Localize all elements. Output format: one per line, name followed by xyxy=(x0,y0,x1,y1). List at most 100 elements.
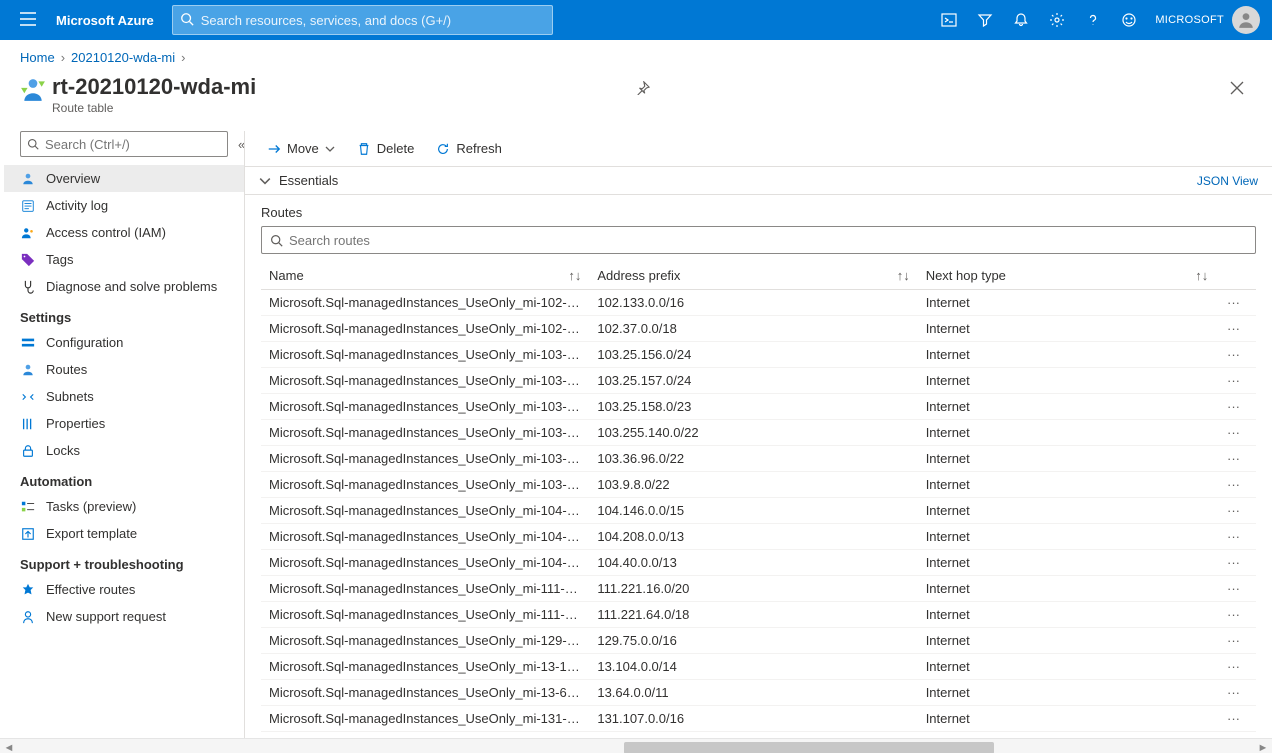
sidebar-item-diagnose[interactable]: Diagnose and solve problems xyxy=(4,273,244,300)
row-context-menu[interactable]: ··· xyxy=(1227,711,1240,726)
route-name-cell[interactable]: Microsoft.Sql-managedInstances_UseOnly_m… xyxy=(261,394,589,420)
table-row[interactable]: Microsoft.Sql-managedInstances_UseOnly_m… xyxy=(261,498,1256,524)
route-name-cell[interactable]: Microsoft.Sql-managedInstances_UseOnly_m… xyxy=(261,290,589,316)
refresh-button[interactable]: Refresh xyxy=(428,137,510,160)
route-name-cell[interactable]: Microsoft.Sql-managedInstances_UseOnly_m… xyxy=(261,446,589,472)
route-name-cell[interactable]: Microsoft.Sql-managedInstances_UseOnly_m… xyxy=(261,498,589,524)
route-name-cell[interactable]: Microsoft.Sql-managedInstances_UseOnly_m… xyxy=(261,602,589,628)
sidebar-item-effective-routes[interactable]: Effective routes xyxy=(4,576,244,603)
row-context-menu[interactable]: ··· xyxy=(1227,451,1240,466)
close-button[interactable] xyxy=(1222,73,1252,108)
row-context-menu[interactable]: ··· xyxy=(1227,295,1240,310)
table-row[interactable]: Microsoft.Sql-managedInstances_UseOnly_m… xyxy=(261,524,1256,550)
pin-button[interactable] xyxy=(636,73,650,98)
table-row[interactable]: Microsoft.Sql-managedInstances_UseOnly_m… xyxy=(261,472,1256,498)
route-name-cell[interactable]: Microsoft.Sql-managedInstances_UseOnly_m… xyxy=(261,524,589,550)
row-context-menu[interactable]: ··· xyxy=(1227,477,1240,492)
essentials-toggle[interactable]: Essentials xyxy=(259,173,338,188)
sidebar-item-locks[interactable]: Locks xyxy=(4,437,244,464)
route-name-cell[interactable]: Microsoft.Sql-managedInstances_UseOnly_m… xyxy=(261,706,589,732)
settings-icon[interactable] xyxy=(1039,0,1075,40)
breadcrumb-parent[interactable]: 20210120-wda-mi xyxy=(71,50,175,65)
sidebar-item-routes[interactable]: Routes xyxy=(4,356,244,383)
row-context-menu[interactable]: ··· xyxy=(1227,321,1240,336)
routes-search-input[interactable] xyxy=(289,233,1247,248)
table-row[interactable]: Microsoft.Sql-managedInstances_UseOnly_m… xyxy=(261,342,1256,368)
row-context-menu[interactable]: ··· xyxy=(1227,503,1240,518)
sidebar-item-tags[interactable]: Tags xyxy=(4,246,244,273)
directory-filter-icon[interactable] xyxy=(967,0,1003,40)
row-context-menu[interactable]: ··· xyxy=(1227,555,1240,570)
cloud-shell-icon[interactable] xyxy=(931,0,967,40)
table-row[interactable]: Microsoft.Sql-managedInstances_UseOnly_m… xyxy=(261,420,1256,446)
column-address-prefix[interactable]: Address prefix↑↓ xyxy=(589,262,917,290)
sidebar-item-activity-log[interactable]: Activity log xyxy=(4,192,244,219)
sidebar-item-tasks[interactable]: Tasks (preview) xyxy=(4,493,244,520)
table-row[interactable]: Microsoft.Sql-managedInstances_UseOnly_m… xyxy=(261,706,1256,732)
table-row[interactable]: Microsoft.Sql-managedInstances_UseOnly_m… xyxy=(261,290,1256,316)
table-row[interactable]: Microsoft.Sql-managedInstances_UseOnly_m… xyxy=(261,316,1256,342)
row-context-menu[interactable]: ··· xyxy=(1227,581,1240,596)
route-name-cell[interactable]: Microsoft.Sql-managedInstances_UseOnly_m… xyxy=(261,316,589,342)
sidebar-item-export-template[interactable]: Export template xyxy=(4,520,244,547)
column-name[interactable]: Name↑↓ xyxy=(261,262,589,290)
sidebar-search-input[interactable] xyxy=(45,137,221,152)
move-button[interactable]: Move xyxy=(259,137,343,160)
route-name-cell[interactable]: Microsoft.Sql-managedInstances_UseOnly_m… xyxy=(261,680,589,706)
row-context-menu[interactable]: ··· xyxy=(1227,685,1240,700)
horizontal-scrollbar[interactable]: ◄ ► xyxy=(0,738,1272,753)
row-context-menu[interactable]: ··· xyxy=(1227,347,1240,362)
feedback-icon[interactable] xyxy=(1111,0,1147,40)
row-context-menu[interactable]: ··· xyxy=(1227,529,1240,544)
route-prefix-cell: 103.9.8.0/22 xyxy=(589,472,917,498)
table-row[interactable]: Microsoft.Sql-managedInstances_UseOnly_m… xyxy=(261,602,1256,628)
brand-label[interactable]: Microsoft Azure xyxy=(48,13,172,28)
row-context-menu[interactable]: ··· xyxy=(1227,659,1240,674)
table-row[interactable]: Microsoft.Sql-managedInstances_UseOnly_m… xyxy=(261,654,1256,680)
account-area[interactable]: MICROSOFT xyxy=(1155,6,1264,34)
row-context-menu[interactable]: ··· xyxy=(1227,373,1240,388)
sidebar-item-subnets[interactable]: Subnets xyxy=(4,383,244,410)
routes-search[interactable] xyxy=(261,226,1256,254)
help-icon[interactable] xyxy=(1075,0,1111,40)
table-row[interactable]: Microsoft.Sql-managedInstances_UseOnly_m… xyxy=(261,446,1256,472)
scroll-thumb[interactable] xyxy=(624,742,995,753)
table-row[interactable]: Microsoft.Sql-managedInstances_UseOnly_m… xyxy=(261,368,1256,394)
scroll-track[interactable] xyxy=(18,741,1254,753)
sidebar-item-access-control[interactable]: Access control (IAM) xyxy=(4,219,244,246)
table-row[interactable]: Microsoft.Sql-managedInstances_UseOnly_m… xyxy=(261,628,1256,654)
route-name-cell[interactable]: Microsoft.Sql-managedInstances_UseOnly_m… xyxy=(261,420,589,446)
sidebar-item-configuration[interactable]: Configuration xyxy=(4,329,244,356)
breadcrumb-home[interactable]: Home xyxy=(20,50,55,65)
json-view-link[interactable]: JSON View xyxy=(1197,174,1258,188)
table-row[interactable]: Microsoft.Sql-managedInstances_UseOnly_m… xyxy=(261,576,1256,602)
route-name-cell[interactable]: Microsoft.Sql-managedInstances_UseOnly_m… xyxy=(261,654,589,680)
table-row[interactable]: Microsoft.Sql-managedInstances_UseOnly_m… xyxy=(261,550,1256,576)
route-name-cell[interactable]: Microsoft.Sql-managedInstances_UseOnly_m… xyxy=(261,628,589,654)
table-row[interactable]: Microsoft.Sql-managedInstances_UseOnly_m… xyxy=(261,394,1256,420)
row-context-menu[interactable]: ··· xyxy=(1227,633,1240,648)
row-context-menu[interactable]: ··· xyxy=(1227,399,1240,414)
column-next-hop[interactable]: Next hop type↑↓ xyxy=(918,262,1217,290)
hamburger-menu[interactable] xyxy=(8,12,48,29)
route-name-cell[interactable]: Microsoft.Sql-managedInstances_UseOnly_m… xyxy=(261,368,589,394)
global-search[interactable] xyxy=(172,5,553,35)
sidebar-item-label: Routes xyxy=(46,362,87,377)
sidebar-search[interactable] xyxy=(20,131,228,157)
route-name-cell[interactable]: Microsoft.Sql-managedInstances_UseOnly_m… xyxy=(261,342,589,368)
sidebar-item-overview[interactable]: Overview xyxy=(4,165,244,192)
route-name-cell[interactable]: Microsoft.Sql-managedInstances_UseOnly_m… xyxy=(261,576,589,602)
route-name-cell[interactable]: Microsoft.Sql-managedInstances_UseOnly_m… xyxy=(261,550,589,576)
row-context-menu[interactable]: ··· xyxy=(1227,607,1240,622)
delete-button[interactable]: Delete xyxy=(349,137,423,160)
route-name-cell[interactable]: Microsoft.Sql-managedInstances_UseOnly_m… xyxy=(261,472,589,498)
sidebar-item-properties[interactable]: Properties xyxy=(4,410,244,437)
sidebar-item-new-support-request[interactable]: New support request xyxy=(4,603,244,630)
scroll-right-icon[interactable]: ► xyxy=(1254,742,1272,753)
scroll-left-icon[interactable]: ◄ xyxy=(0,742,18,753)
avatar[interactable] xyxy=(1232,6,1260,34)
global-search-input[interactable] xyxy=(201,13,552,28)
notifications-icon[interactable] xyxy=(1003,0,1039,40)
row-context-menu[interactable]: ··· xyxy=(1227,425,1240,440)
table-row[interactable]: Microsoft.Sql-managedInstances_UseOnly_m… xyxy=(261,680,1256,706)
